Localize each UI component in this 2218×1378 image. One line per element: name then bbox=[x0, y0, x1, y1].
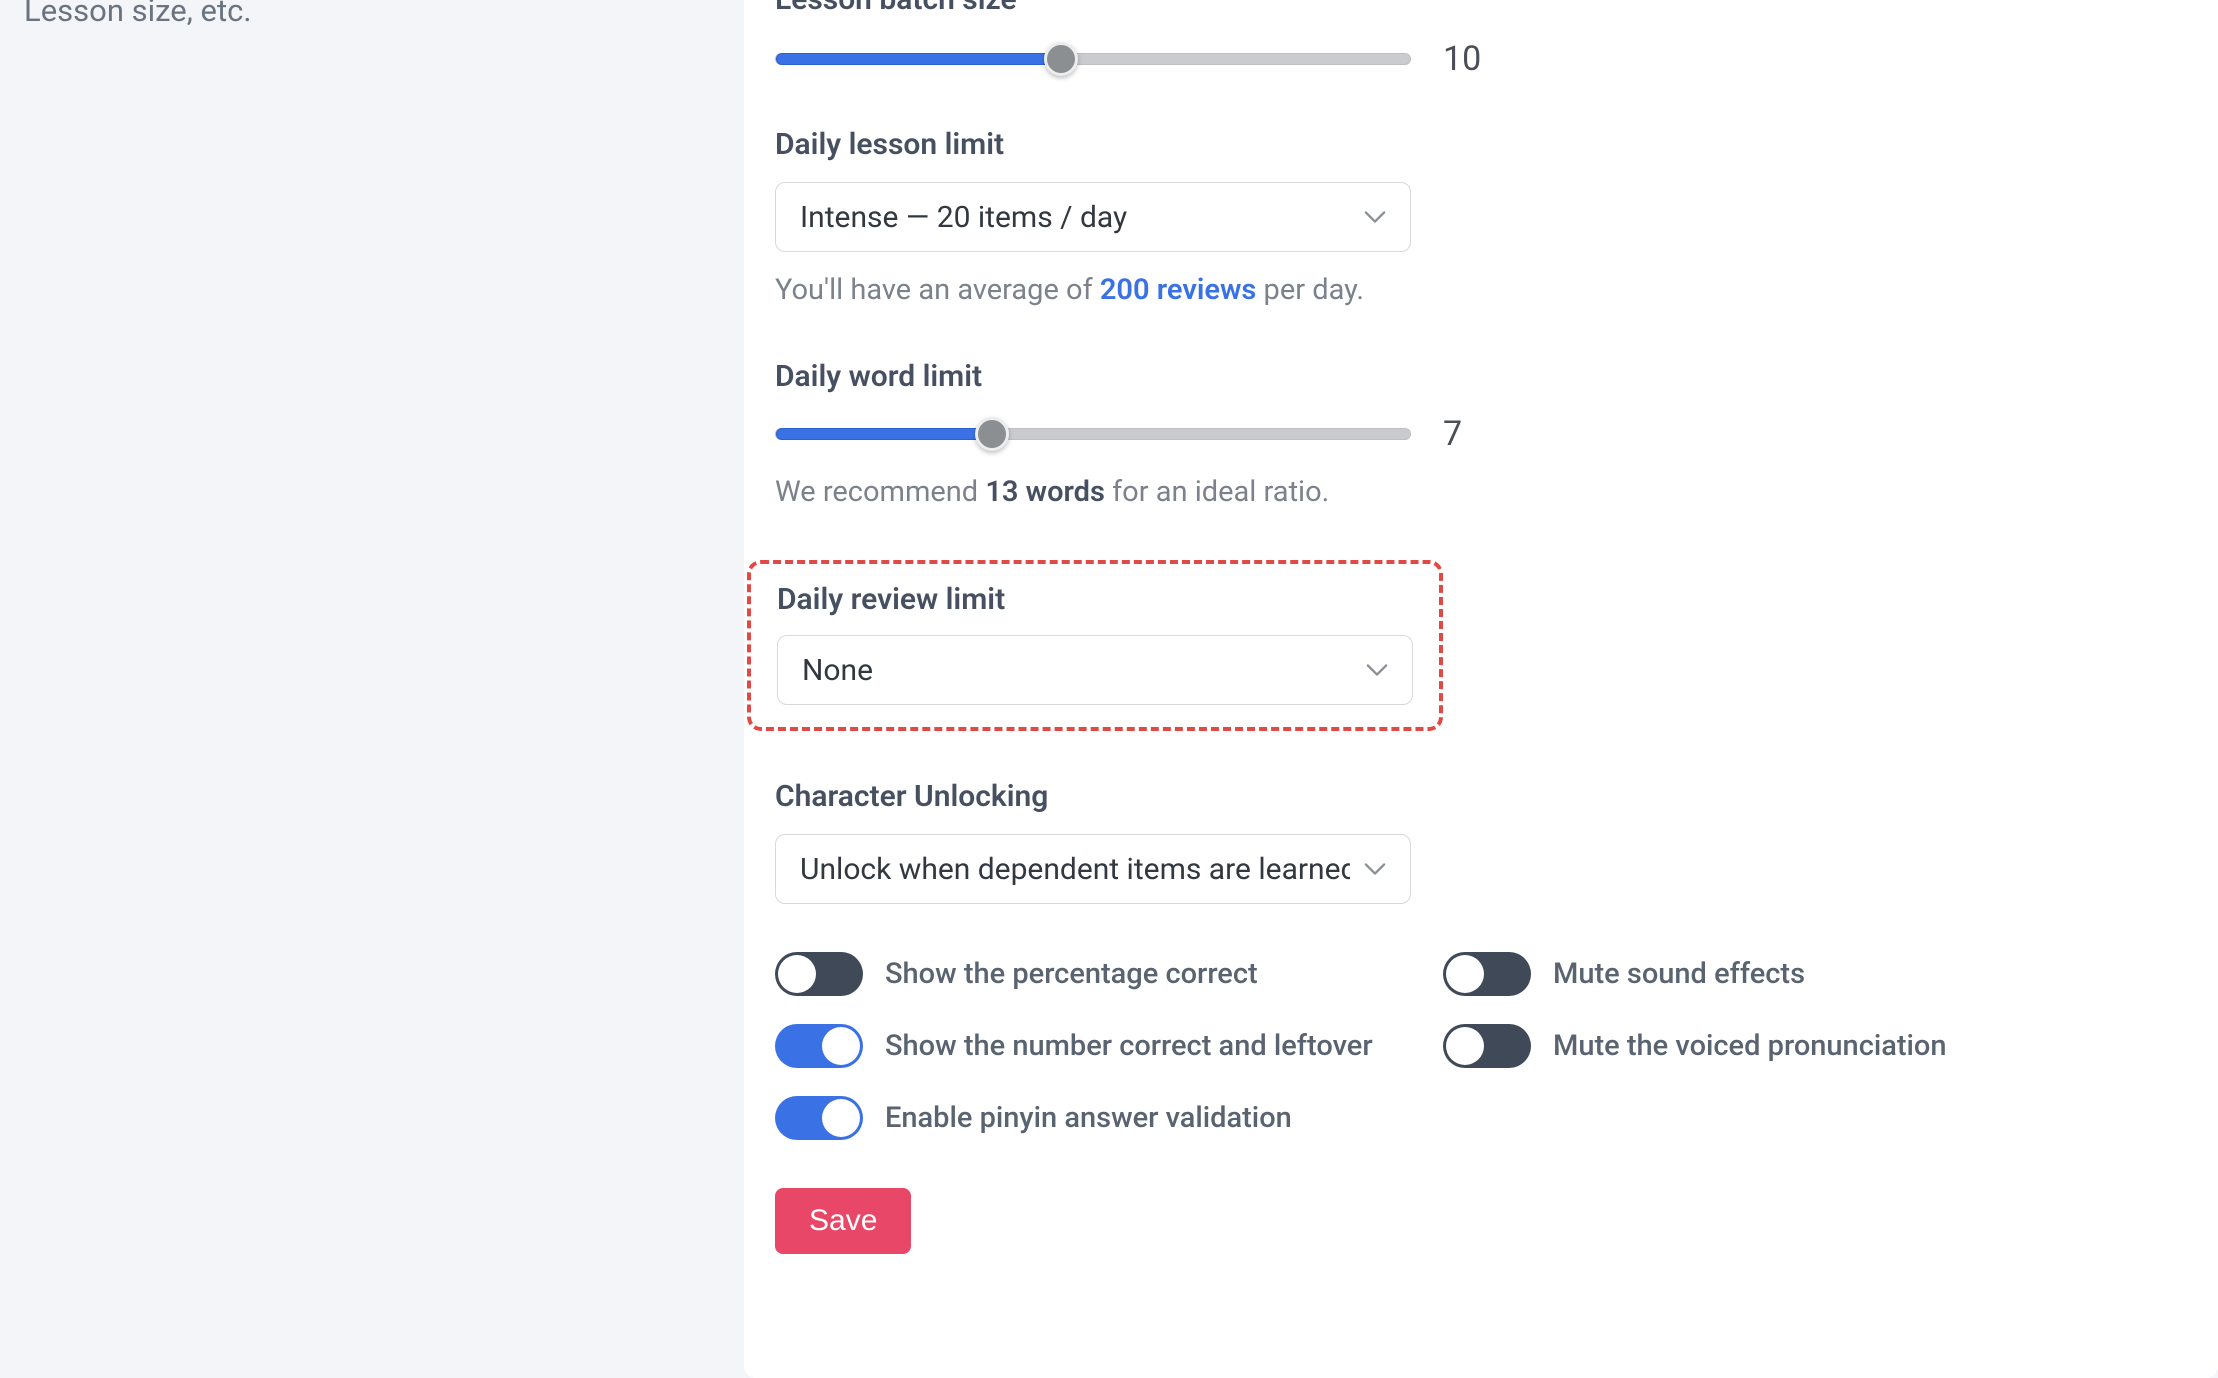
toggle-label: Show the percentage correct bbox=[885, 957, 1258, 991]
slider-handle[interactable] bbox=[1044, 42, 1078, 76]
reviews-link[interactable]: 200 reviews bbox=[1100, 273, 1256, 307]
daily-word-limit-label: Daily word limit bbox=[775, 359, 1975, 394]
daily-review-limit-label: Daily review limit bbox=[777, 582, 1413, 617]
chevron-down-icon bbox=[1364, 862, 1386, 876]
toggle-row-pinyin-validation: Enable pinyin answer validation bbox=[775, 1096, 1435, 1140]
select-value: Unlock when dependent items are learned bbox=[800, 852, 1350, 887]
daily-lesson-limit-label: Daily lesson limit bbox=[775, 127, 1975, 162]
character-unlocking-select[interactable]: Unlock when dependent items are learned bbox=[775, 834, 1411, 904]
save-button[interactable]: Save bbox=[775, 1188, 911, 1254]
toggle-label: Mute sound effects bbox=[1553, 957, 1805, 991]
toggle-label: Show the number correct and leftover bbox=[885, 1029, 1373, 1063]
slider-handle[interactable] bbox=[975, 417, 1009, 451]
chevron-down-icon bbox=[1366, 663, 1388, 677]
daily-word-helper: We recommend 13 words for an ideal ratio… bbox=[775, 472, 1975, 513]
toggle-mute-voice[interactable] bbox=[1443, 1024, 1531, 1068]
section-daily-word-limit: Daily word limit 7 We recommend 13 words… bbox=[775, 359, 1975, 513]
daily-lesson-helper: You'll have an average of 200 reviews pe… bbox=[775, 270, 1975, 311]
toggle-row-mute-sound: Mute sound effects bbox=[1443, 952, 2103, 996]
toggle-pinyin-validation[interactable] bbox=[775, 1096, 863, 1140]
daily-lesson-limit-select[interactable]: Intense — 20 items / day bbox=[775, 182, 1411, 252]
toggle-row-show-number: Show the number correct and leftover bbox=[775, 1024, 1435, 1068]
lesson-batch-size-label: Lesson batch size bbox=[775, 0, 1975, 17]
sidebar-section-label: Lesson size, etc. bbox=[24, 0, 252, 29]
select-value: None bbox=[802, 653, 873, 688]
toggle-row-mute-voice: Mute the voiced pronunciation bbox=[1443, 1024, 2103, 1068]
toggle-show-number[interactable] bbox=[775, 1024, 863, 1068]
section-daily-review-limit-highlight: Daily review limit None bbox=[747, 560, 1443, 731]
daily-word-limit-value: 7 bbox=[1443, 414, 1462, 454]
settings-content: Lesson batch size 10 Daily lesson limit … bbox=[775, 0, 1975, 1254]
toggle-label: Enable pinyin answer validation bbox=[885, 1101, 1292, 1135]
toggle-show-percentage[interactable] bbox=[775, 952, 863, 996]
character-unlocking-label: Character Unlocking bbox=[775, 779, 1975, 814]
toggle-mute-sound[interactable] bbox=[1443, 952, 1531, 996]
section-lesson-batch-size: Lesson batch size 10 bbox=[775, 0, 1975, 79]
section-character-unlocking: Character Unlocking Unlock when dependen… bbox=[775, 779, 1975, 904]
lesson-batch-size-slider[interactable] bbox=[775, 53, 1411, 65]
toggle-row-show-percentage: Show the percentage correct bbox=[775, 952, 1435, 996]
toggle-label: Mute the voiced pronunciation bbox=[1553, 1029, 1947, 1063]
daily-review-limit-select[interactable]: None bbox=[777, 635, 1413, 705]
select-value: Intense — 20 items / day bbox=[800, 200, 1127, 235]
daily-word-limit-slider[interactable] bbox=[775, 428, 1411, 440]
lesson-batch-size-value: 10 bbox=[1443, 39, 1481, 79]
toggles-grid: Show the percentage correct Mute sound e… bbox=[775, 952, 1975, 1140]
chevron-down-icon bbox=[1364, 210, 1386, 224]
section-daily-lesson-limit: Daily lesson limit Intense — 20 items / … bbox=[775, 127, 1975, 311]
